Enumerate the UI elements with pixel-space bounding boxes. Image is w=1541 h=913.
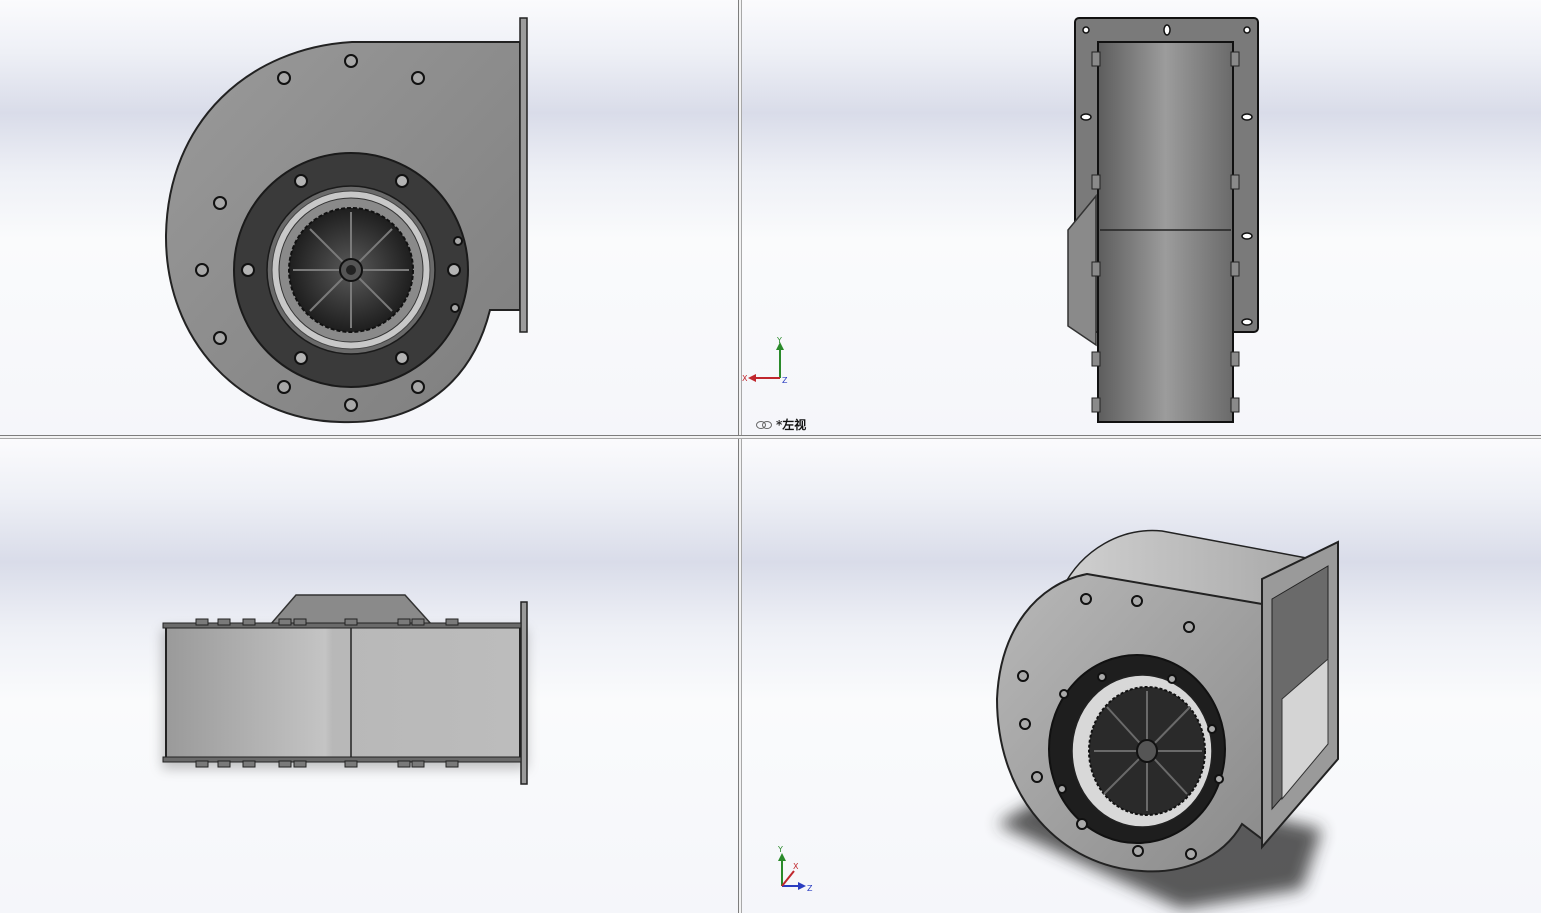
triad-y-label: Y xyxy=(776,336,782,345)
housing-drum xyxy=(1097,41,1234,423)
viewport-left[interactable]: Y X Z *左视 xyxy=(742,0,1541,435)
view-name-label[interactable]: *左视 xyxy=(756,416,806,433)
outlet-flange xyxy=(519,17,528,333)
triad-y-label-iso: Y xyxy=(777,845,783,854)
viewport-splitter-horizontal[interactable] xyxy=(0,435,1541,439)
viewport-isometric[interactable]: Y X Z xyxy=(742,439,1541,913)
viewport-splitter-vertical[interactable] xyxy=(738,0,742,913)
blower-front-drawing xyxy=(164,17,528,424)
blower-top-drawing xyxy=(162,594,528,785)
triad-z-label: Z xyxy=(782,376,788,385)
triad-x-label: X xyxy=(742,374,748,383)
viewport-top[interactable] xyxy=(0,439,738,913)
housing-body-top xyxy=(165,624,521,761)
view-name-text: *左视 xyxy=(776,418,807,432)
blower-side-drawing: Y X Z xyxy=(742,17,1259,423)
blower-iso-drawing: Y X Z xyxy=(777,529,1339,909)
triad-x-label-iso: X xyxy=(793,862,799,871)
outlet-flange-top xyxy=(520,601,528,785)
coordinate-triad-iso: Y X Z xyxy=(777,845,813,893)
coordinate-triad: Y X Z xyxy=(742,336,788,385)
triad-z-label-iso: Z xyxy=(807,884,813,893)
link-icon xyxy=(756,420,772,429)
viewport-front[interactable] xyxy=(0,0,738,435)
